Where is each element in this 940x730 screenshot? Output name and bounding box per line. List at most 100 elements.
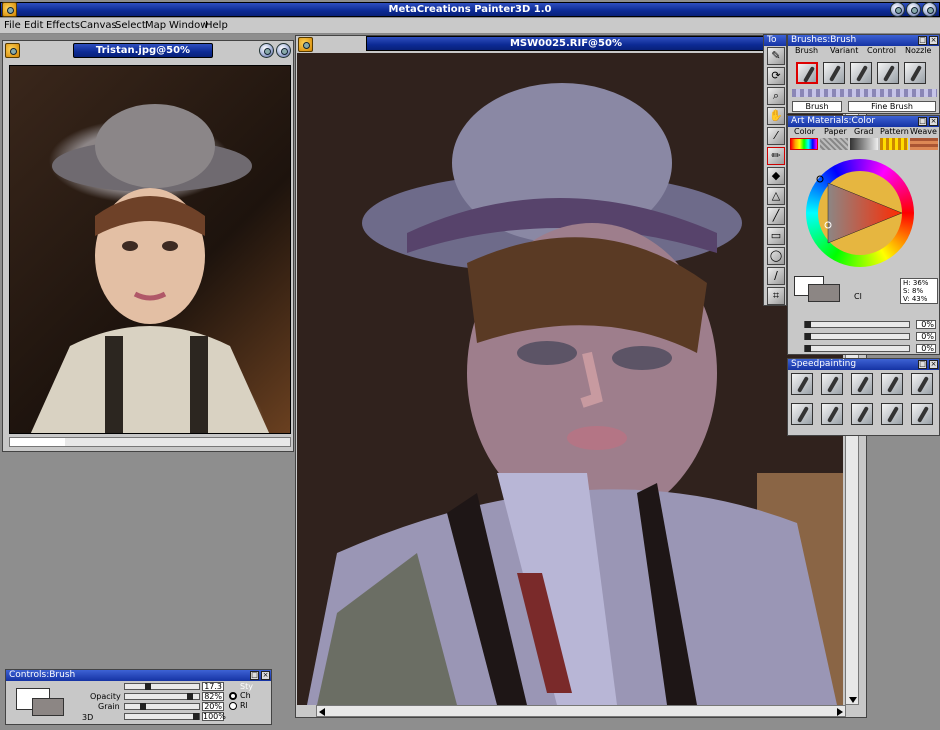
color-slider-1-value[interactable]: 0% xyxy=(916,320,936,329)
rect-select-tool-icon[interactable]: ▭ xyxy=(767,227,785,245)
line-tool-icon[interactable]: ╱ xyxy=(767,207,785,225)
art-materials-close-button[interactable]: × xyxy=(929,117,938,126)
speed-brush-10-icon[interactable] xyxy=(911,403,933,425)
brush-variant-1-icon[interactable] xyxy=(796,62,818,84)
grabber-tool-icon[interactable]: ✋ xyxy=(767,107,785,125)
controls-3d-value[interactable]: 100% xyxy=(202,712,226,721)
menu-edit[interactable]: Edit xyxy=(24,20,43,31)
size-slider-knob[interactable] xyxy=(145,683,151,690)
pen-tool-icon[interactable]: ∕ xyxy=(767,267,785,285)
speed-brush-2-icon[interactable] xyxy=(821,373,843,395)
menu-file[interactable]: File xyxy=(4,20,21,31)
menu-window[interactable]: Window xyxy=(169,20,208,31)
app-menu-icon[interactable] xyxy=(2,2,17,17)
brush-variant-2-icon[interactable] xyxy=(823,62,845,84)
reference-window-close-button[interactable] xyxy=(276,43,291,58)
main-window-menu-icon[interactable] xyxy=(298,37,313,52)
art-tab-pattern[interactable]: Pattern xyxy=(880,127,909,136)
speed-brush-3-icon[interactable] xyxy=(851,373,873,395)
main-horizontal-scrollbar[interactable] xyxy=(316,705,846,717)
magnifier-tool-icon[interactable]: ⌕ xyxy=(767,87,785,105)
scroll-right-arrow[interactable] xyxy=(837,708,843,716)
menu-help[interactable]: Help xyxy=(205,20,228,31)
reference-window-titlebar[interactable]: Tristan.jpg@50% xyxy=(73,43,213,58)
color-slider-2-value[interactable]: 0% xyxy=(916,332,936,341)
app-minimize-button[interactable] xyxy=(890,2,905,17)
bucket-tool-icon[interactable]: ◆ xyxy=(767,167,785,185)
art-tab-color[interactable]: Color xyxy=(794,127,815,136)
menu-map[interactable]: Map xyxy=(145,20,166,31)
controls-radio-1[interactable] xyxy=(229,692,237,700)
color-slider-2-knob[interactable] xyxy=(805,333,811,340)
controls-size-value[interactable]: 17.3 xyxy=(202,682,224,691)
grain-slider-knob[interactable] xyxy=(140,703,146,710)
grad-tab-swatch[interactable] xyxy=(850,138,878,150)
color-slider-1-knob[interactable] xyxy=(805,321,811,328)
controls-opacity-slider[interactable] xyxy=(124,693,200,700)
reference-window-menu-icon[interactable] xyxy=(5,43,20,58)
weave-tab-swatch[interactable] xyxy=(910,138,938,150)
app-close-button[interactable] xyxy=(922,2,937,17)
color-slider-3-knob[interactable] xyxy=(805,345,811,352)
crop-tool-icon[interactable]: ⌗ xyxy=(767,287,785,305)
pattern-tab-swatch[interactable] xyxy=(880,138,908,150)
main-canvas[interactable] xyxy=(297,53,843,705)
scroll-left-arrow[interactable] xyxy=(319,708,325,716)
clone-color-label[interactable]: Cl xyxy=(854,292,862,301)
brushes-tab-variant[interactable]: Variant xyxy=(830,46,858,55)
art-tab-grad[interactable]: Grad xyxy=(854,127,873,136)
scroll-down-arrow[interactable] xyxy=(849,697,857,703)
brush-variant-4-icon[interactable] xyxy=(877,62,899,84)
menu-canvas[interactable]: Canvas xyxy=(80,20,117,31)
brush-variant-3-icon[interactable] xyxy=(850,62,872,84)
art-tab-weave[interactable]: Weave xyxy=(910,127,937,136)
brushes-palette-close-button[interactable]: × xyxy=(929,36,938,45)
color-slider-2[interactable] xyxy=(804,333,910,340)
color-wheel[interactable] xyxy=(806,159,914,267)
pencil-tool-icon[interactable]: ✏ xyxy=(767,147,785,165)
speed-brush-8-icon[interactable] xyxy=(851,403,873,425)
speed-brush-5-icon[interactable] xyxy=(911,373,933,395)
controls-close-button[interactable]: × xyxy=(261,671,270,680)
controls-grain-value[interactable]: 20% xyxy=(202,702,224,711)
main-window-titlebar[interactable]: MSW0025.RIF@50% xyxy=(366,36,766,51)
brushes-palette-maximize-button[interactable]: □ xyxy=(918,36,927,45)
controls-grain-slider[interactable] xyxy=(124,703,200,710)
opacity-slider-knob[interactable] xyxy=(187,693,193,700)
speed-brush-9-icon[interactable] xyxy=(881,403,903,425)
brushes-tab-brush[interactable]: Brush xyxy=(795,46,818,55)
controls-maximize-button[interactable]: □ xyxy=(250,671,259,680)
speed-brush-7-icon[interactable] xyxy=(821,403,843,425)
dropper-tool-icon[interactable]: ⁄ xyxy=(767,127,785,145)
secondary-color-swatch[interactable] xyxy=(808,284,840,302)
color-slider-3-value[interactable]: 0% xyxy=(916,344,936,353)
reference-scroll-thumb[interactable] xyxy=(10,438,65,446)
controls-3d-slider[interactable] xyxy=(124,713,200,720)
brushes-tab-control[interactable]: Control xyxy=(867,46,896,55)
rotate-tool-icon[interactable]: ⟳ xyxy=(767,67,785,85)
app-maximize-button[interactable] xyxy=(906,2,921,17)
speedpainting-maximize-button[interactable]: □ xyxy=(918,360,927,369)
brush-tool-icon[interactable]: ✎ xyxy=(767,47,785,65)
speed-brush-1-icon[interactable] xyxy=(791,373,813,395)
speedpainting-close-button[interactable]: × xyxy=(929,360,938,369)
lasso-tool-icon[interactable]: ◯ xyxy=(767,247,785,265)
speed-brush-6-icon[interactable] xyxy=(791,403,813,425)
controls-opacity-value[interactable]: 82% xyxy=(202,692,224,701)
brush-name-field[interactable]: Brush xyxy=(792,101,842,112)
brushes-tab-nozzle[interactable]: Nozzle xyxy=(905,46,931,55)
controls-radio-2[interactable] xyxy=(229,702,237,710)
art-tab-paper[interactable]: Paper xyxy=(824,127,847,136)
menu-select[interactable]: Select xyxy=(115,20,146,31)
paper-tab-swatch[interactable] xyxy=(820,138,848,150)
variant-name-field[interactable]: Fine Brush xyxy=(848,101,936,112)
speed-brush-4-icon[interactable] xyxy=(881,373,903,395)
color-tab-swatch[interactable] xyxy=(790,138,818,150)
controls-size-slider[interactable] xyxy=(124,683,200,690)
color-slider-3[interactable] xyxy=(804,345,910,352)
3d-slider-knob[interactable] xyxy=(193,713,199,720)
art-materials-maximize-button[interactable]: □ xyxy=(918,117,927,126)
saturation-value-triangle[interactable] xyxy=(806,159,914,267)
reference-window-minimize-button[interactable] xyxy=(259,43,274,58)
brush-variant-5-icon[interactable] xyxy=(904,62,926,84)
